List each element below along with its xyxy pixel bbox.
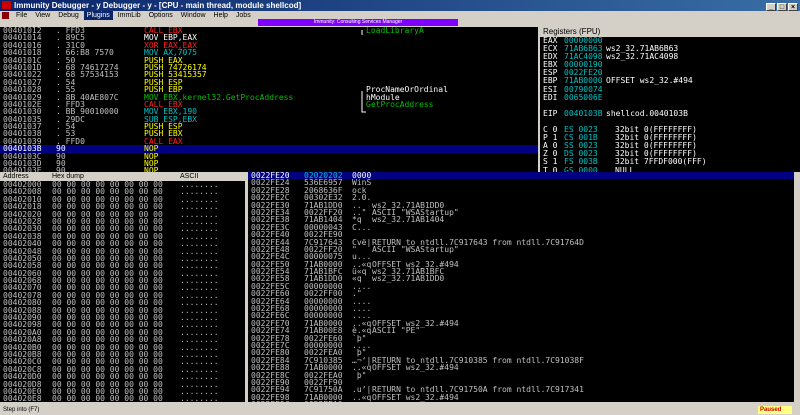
register-comment: ws2_32.71AC4098 <box>606 52 679 62</box>
stack-comment: ws2_32.71AB1DD0 <box>372 274 445 284</box>
registers-pane[interactable]: Registers (FPU) EAX 00000000 ECX 71AB6B63 ws… <box>540 27 800 177</box>
stack-comment: OFFSET ws2_32.#494 <box>372 392 459 402</box>
register-name: EDI <box>543 92 558 102</box>
register-rows: EAX 00000000 ECX 71AB6B63 ws2_32.71AB6B63 EDX… <box>540 36 800 177</box>
stack-ascii: þ" <box>352 370 367 380</box>
maximize-button[interactable]: □ <box>777 3 787 11</box>
dump-rows: 00402000 00 00 00 00 00 00 00 00........ 0… <box>0 180 245 402</box>
stack-row[interactable]: 0022FE9C 0022FEA0 <box>248 400 800 402</box>
dump-stack-splitter[interactable] <box>245 172 248 402</box>
disassembly-row[interactable]: 0040103B 90 NOP <box>0 145 538 153</box>
dump-ascii: ........ <box>180 394 219 402</box>
disassembly-row[interactable]: 0040103D 90 NOP <box>0 159 538 167</box>
register-comment: OFFSET ws2_32.#494 <box>606 76 693 86</box>
app-icon <box>2 1 11 9</box>
register-value: 0040103B <box>564 108 603 118</box>
dump-hex: 00 00 00 00 00 00 00 00 <box>52 394 163 402</box>
menu-window[interactable]: Window <box>178 11 209 20</box>
menu-jobs[interactable]: Jobs <box>233 11 254 20</box>
register-name: EIP <box>543 108 558 118</box>
stack-pane[interactable]: 0022FE20 02020202 0000 0022FE24 536E6957 WinS… <box>248 172 800 402</box>
register-comment: shellcod.0040103B <box>606 108 688 118</box>
register-value: 0065006E <box>564 92 603 102</box>
instruction-comment: LoadLibraryA <box>366 27 424 35</box>
status-text: Step into (F7) <box>3 407 40 413</box>
menu-debug[interactable]: Debug <box>55 11 82 20</box>
stack-comment: ASCII "WSAStartup" <box>372 244 459 254</box>
disassembly-row[interactable]: 00401018. 66:B8 7570 MOV AX,7075 <box>0 48 538 56</box>
disassembly-row[interactable]: 00401035. 29DC SUB ESP,EBX <box>0 115 538 123</box>
title-bar: Immunity Debugger - y Debugger - y - [CP… <box>0 0 800 11</box>
instruction-comment: GetProcAddress <box>366 99 434 109</box>
stack-scrollbar[interactable] <box>794 172 800 402</box>
doc-icon <box>2 12 9 19</box>
menu-plugins[interactable]: Plugins <box>83 11 113 20</box>
stack-address: 0022FE9C <box>251 400 290 402</box>
consulting-banner: Immunity: Consulting Services Manager <box>258 19 458 26</box>
window-title: Immunity Debugger - y Debugger - y - [CP… <box>14 1 302 10</box>
menu-view[interactable]: View <box>32 11 53 20</box>
menu-immlib[interactable]: ImmLib <box>115 11 144 20</box>
disassembly-row[interactable]: 00401039. FFD0 CALL EAX <box>0 137 538 145</box>
paused-badge: Paused <box>758 406 792 414</box>
dump-pane[interactable]: Address Hex dump ASCII 00402000 00 00 00 … <box>0 172 245 402</box>
vertical-splitter[interactable] <box>538 27 540 177</box>
disassembly-pane[interactable]: 00401012. FFD3 CALL EBX LoadLibraryA 004010… <box>0 27 538 177</box>
disassembly-row[interactable]: 00401037. 54 PUSH ESP <box>0 122 538 130</box>
stack-value: 0022FEA0 <box>304 400 343 402</box>
dump-address: 004020E8 <box>3 394 42 402</box>
status-bar: Step into (F7) Paused <box>0 405 800 415</box>
close-button[interactable]: × <box>788 3 798 11</box>
stack-comment: ws2_32.71AB1404 <box>372 215 445 225</box>
stack-ascii: ..«q <box>352 392 372 402</box>
disassembly-rows: 00401012. FFD3 CALL EBX LoadLibraryA 004010… <box>0 27 538 175</box>
disassembly-row[interactable]: 0040103C 90 NOP <box>0 152 538 160</box>
register-row[interactable]: EIP 0040103B shellcod.0040103B <box>540 108 800 118</box>
stack-rows: 0022FE20 02020202 0000 0022FE24 536E6957 WinS… <box>248 172 800 402</box>
register-row[interactable]: EDI 0065006E <box>540 92 800 102</box>
menu-help[interactable]: Help <box>211 11 231 20</box>
menu-options[interactable]: Options <box>146 11 176 20</box>
menu-file[interactable]: File <box>13 11 30 20</box>
stack-comment: OFFSET ws2_32.#494 <box>372 363 459 373</box>
disassembly-row[interactable]: 00401022. 68 57534153 PUSH 53415357 <box>0 71 538 79</box>
minimize-button[interactable]: _ <box>766 3 776 11</box>
stack-comment: ASCII "PE" <box>372 326 421 336</box>
stack-ascii: C... <box>352 222 372 232</box>
dump-row[interactable]: 004020E8 00 00 00 00 00 00 00 00........ <box>0 395 245 402</box>
disassembly-row[interactable]: 00401027. 54 PUSH ESP <box>0 78 538 86</box>
